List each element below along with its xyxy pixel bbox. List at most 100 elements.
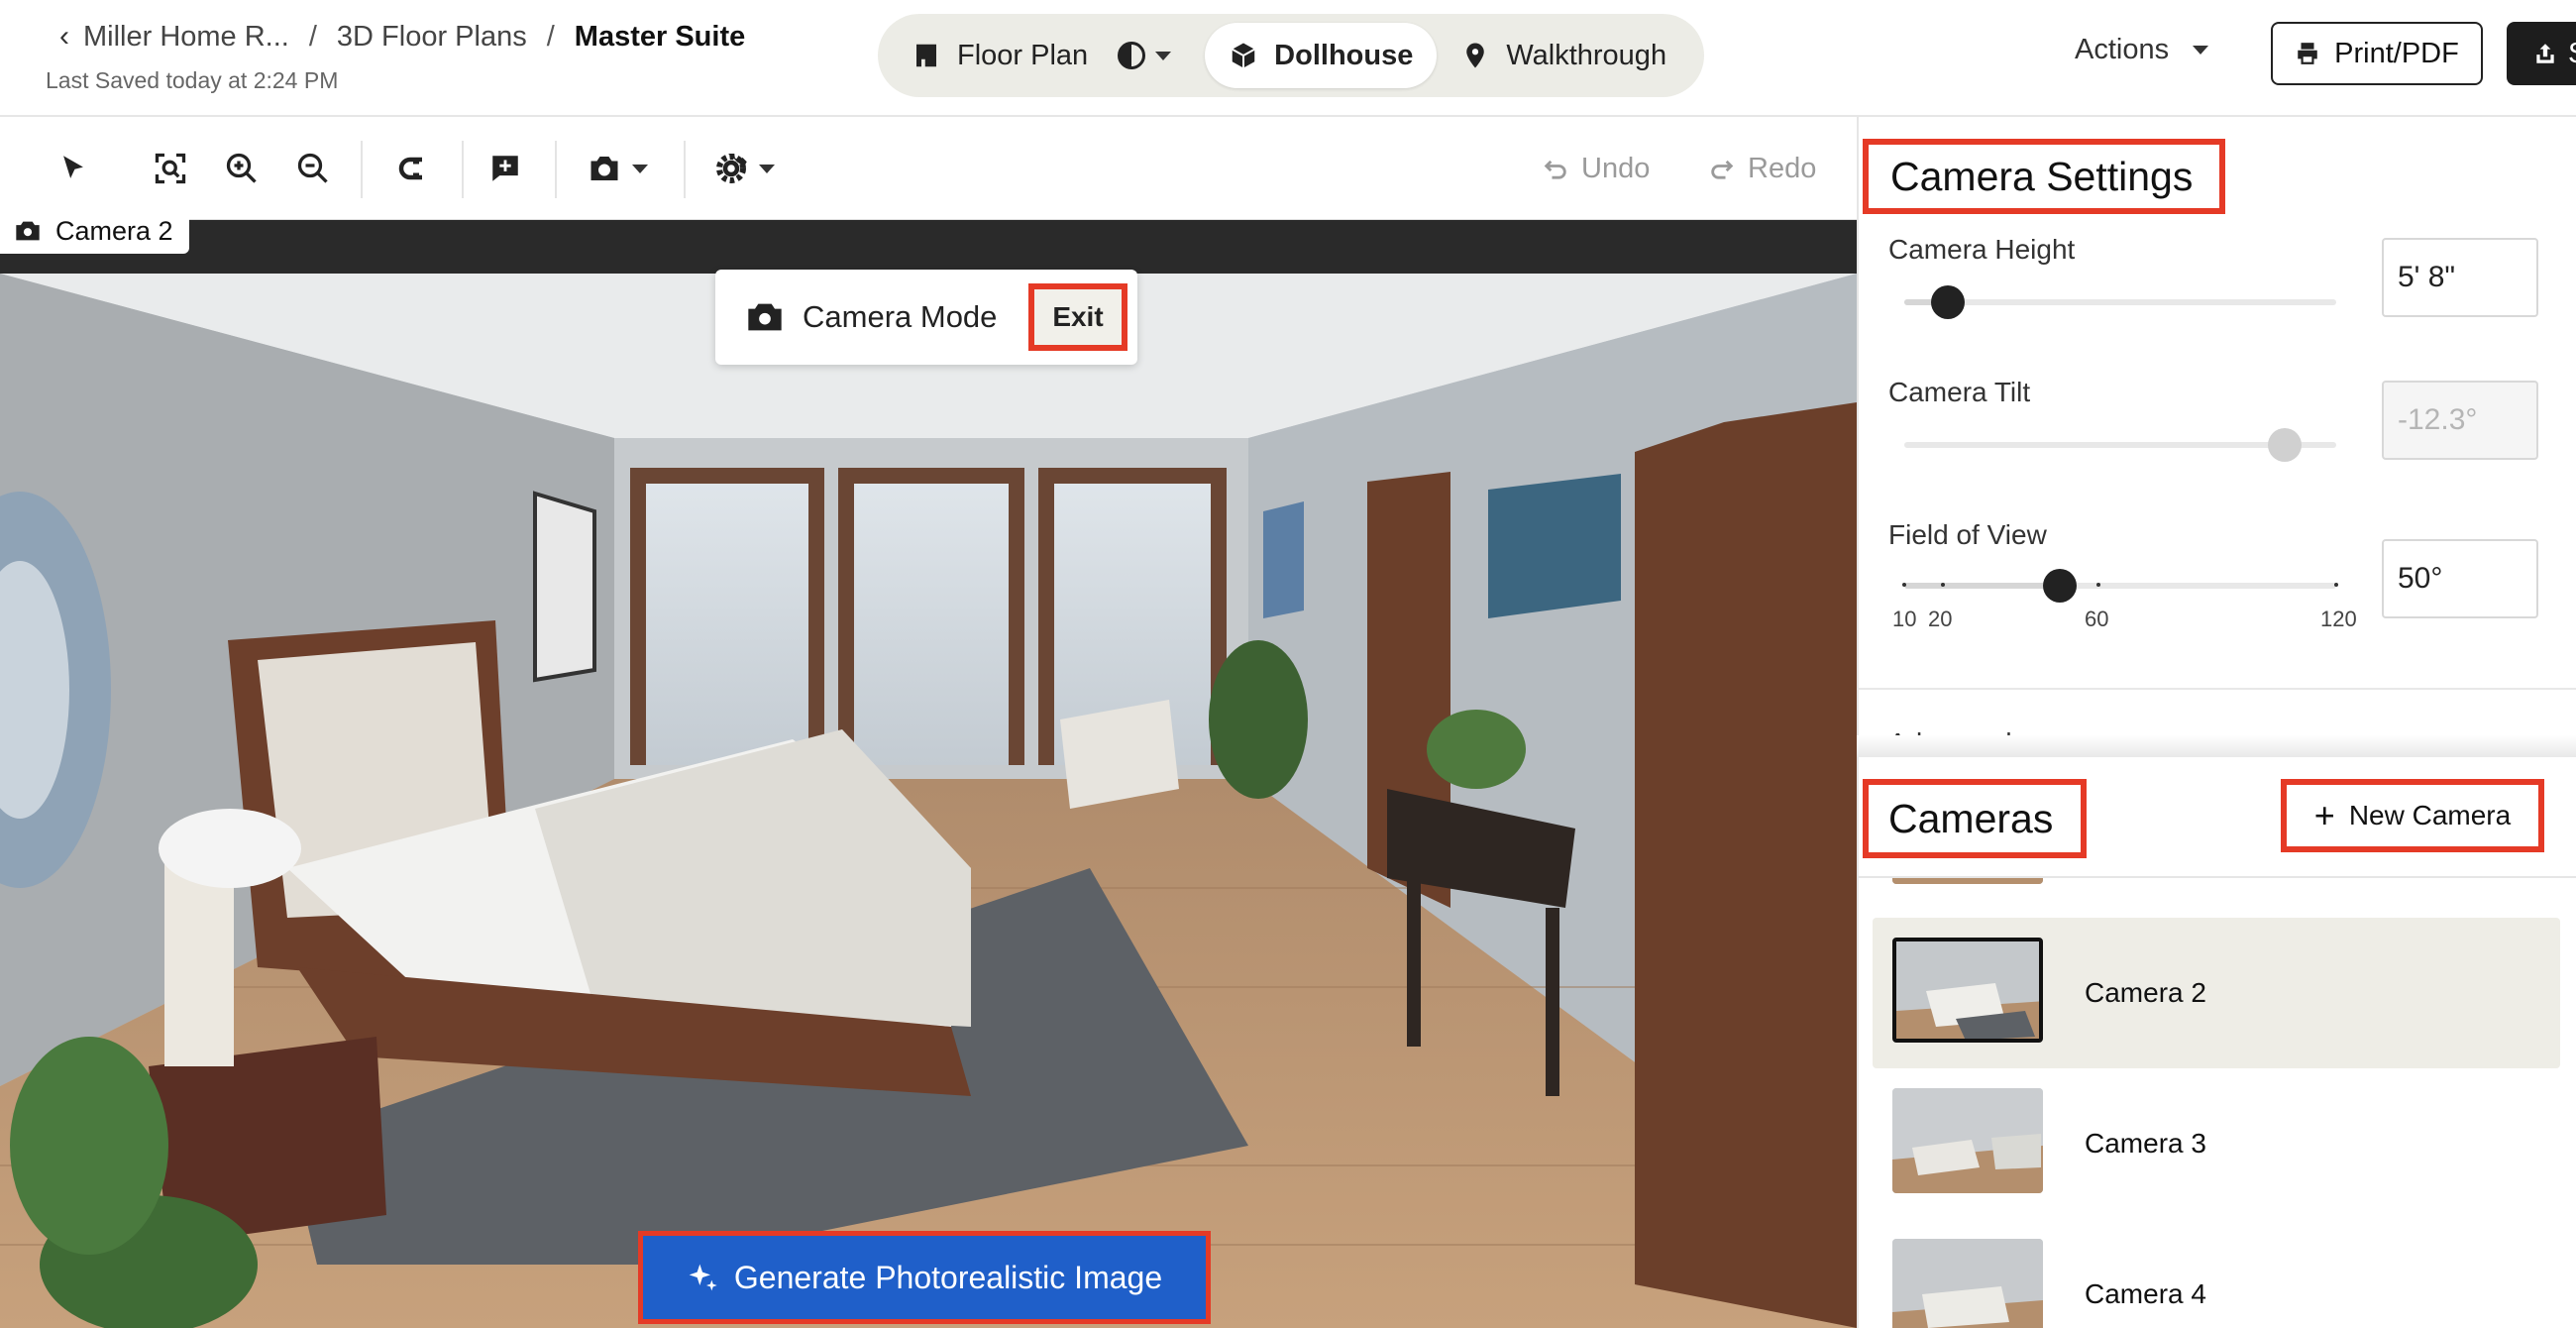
breadcrumb-separator: /: [308, 20, 317, 53]
camera-settings-title: Camera Settings: [1863, 139, 2225, 214]
gear-icon: [716, 154, 747, 183]
walkthrough-tab[interactable]: Walkthrough: [1437, 23, 1690, 88]
zoom-out-tool[interactable]: [291, 147, 335, 190]
exit-camera-mode-button[interactable]: Exit: [1028, 283, 1127, 351]
fit-view-tool[interactable]: [149, 147, 192, 190]
new-camera-button[interactable]: + New Camera: [2281, 779, 2544, 852]
fov-tick-label: 20: [1928, 607, 1953, 631]
chevron-left-icon[interactable]: ‹: [59, 20, 69, 54]
zoom-in-icon: [226, 153, 257, 183]
camera-thumbnail: [1892, 938, 2043, 1043]
print-pdf-button[interactable]: Print/PDF: [2271, 22, 2483, 85]
camera-height-knob[interactable]: [1930, 285, 1965, 319]
camera-list-item[interactable]: Camera 3: [1873, 1068, 2560, 1219]
camera-thumbnail: [1892, 1088, 2043, 1193]
redo-icon: [1711, 160, 1734, 179]
plus-icon: +: [2313, 795, 2335, 835]
floor-plan-tab[interactable]: Floor Plan: [888, 23, 1112, 88]
field-of-view-slider[interactable]: [1902, 569, 2338, 603]
camera-thumbnail[interactable]: [1892, 878, 2043, 884]
fov-tick-mark: [2096, 583, 2101, 587]
camera-tilt-input[interactable]: -12.3°: [2382, 381, 2538, 460]
camera-height-input[interactable]: 5' 8": [2382, 238, 2538, 317]
camera-thumbnail: [1892, 1239, 2043, 1328]
settings-dropdown[interactable]: [709, 147, 779, 190]
share-button[interactable]: S: [2507, 22, 2576, 85]
fov-tick-label: 120: [2320, 607, 2357, 631]
active-camera-tag: Camera 2: [0, 208, 189, 254]
cube-icon: [1232, 43, 1255, 68]
breadcrumb: ‹ Miller Home R... / 3D Floor Plans / Ma…: [59, 20, 745, 54]
undo-label: Undo: [1581, 153, 1651, 184]
breadcrumb-project-link[interactable]: Miller Home R...: [83, 21, 289, 54]
toolbar-divider: [555, 141, 557, 198]
room-render: [0, 274, 1857, 1328]
dollhouse-tab[interactable]: Dollhouse: [1205, 23, 1438, 88]
chevron-down-icon: [759, 164, 775, 173]
printer-icon: [2298, 43, 2317, 64]
camera-mode-label: Camera Mode: [803, 299, 998, 334]
camera-list-item[interactable]: Camera 4: [1873, 1219, 2560, 1328]
field-of-view-label: Field of View: [1888, 519, 2047, 550]
contrast-toggle[interactable]: [1118, 42, 1172, 69]
breadcrumb-separator: /: [546, 20, 555, 53]
select-tool[interactable]: [52, 147, 95, 190]
camera-tilt-slider[interactable]: [1904, 428, 2336, 462]
field-of-view-input[interactable]: 50°: [2382, 539, 2538, 618]
zoom-in-tool[interactable]: [220, 147, 264, 190]
add-label-tool[interactable]: [483, 147, 527, 190]
floor-plan-icon: [916, 44, 936, 67]
chevron-down-icon: [1155, 51, 1172, 60]
toolbar-divider: [684, 141, 686, 198]
camera-height-slider[interactable]: [1904, 285, 2336, 319]
map-pin-icon: [1466, 43, 1485, 68]
chevron-down-icon: [2193, 46, 2209, 55]
generate-photorealistic-image-button[interactable]: Generate Photorealistic Image: [638, 1231, 1211, 1324]
panel-divider: [1857, 688, 2576, 690]
camera-height-label: Camera Height: [1888, 234, 2076, 265]
top-bar: ‹ Miller Home R... / 3D Floor Plans / Ma…: [0, 0, 2576, 117]
field-of-view-fill: [1904, 583, 2060, 589]
actions-menu[interactable]: Actions: [2075, 34, 2209, 66]
chevron-down-icon: [632, 164, 648, 173]
select-icon: [63, 156, 83, 178]
toolbar-divider: [361, 141, 363, 198]
camera-icon: [590, 157, 618, 180]
camera-icon: [748, 303, 782, 331]
print-pdf-label: Print/PDF: [2334, 37, 2459, 69]
actions-label: Actions: [2075, 34, 2170, 65]
camera-tool-dropdown[interactable]: [583, 147, 652, 190]
contrast-icon: [1118, 42, 1146, 69]
fov-tick-mark: [2334, 583, 2338, 587]
redo-label: Redo: [1748, 153, 1817, 184]
snap-tool[interactable]: [388, 147, 432, 190]
camera-name: Camera 4: [2085, 1278, 2206, 1309]
cameras-title: Cameras: [1863, 779, 2087, 858]
fov-tick-label: 60: [2085, 607, 2109, 631]
camera-list: Camera 2 Camera 3 Camera 4: [1857, 878, 2576, 1328]
undo-icon: [1544, 160, 1566, 179]
panel-scroll-shade: [1857, 735, 2576, 757]
walkthrough-tab-label: Walkthrough: [1506, 39, 1667, 71]
camera-name: Camera 3: [2085, 1128, 2206, 1159]
field-of-view-knob[interactable]: [2042, 569, 2077, 603]
camera-tilt-knob[interactable]: [2267, 428, 2302, 462]
last-saved-text: Last Saved today at 2:24 PM: [46, 67, 339, 93]
undo-button[interactable]: Undo: [1542, 153, 1650, 185]
fov-tick-label: 10: [1892, 607, 1917, 631]
toolbar-divider: [462, 141, 464, 198]
floor-plan-tab-label: Floor Plan: [957, 39, 1089, 71]
new-camera-label: New Camera: [2348, 800, 2512, 830]
breadcrumb-floor-plans-link[interactable]: 3D Floor Plans: [337, 21, 527, 54]
dollhouse-tab-label: Dollhouse: [1274, 39, 1414, 71]
add-label-icon: [492, 156, 518, 181]
3d-viewport[interactable]: [0, 274, 1857, 1328]
camera-icon: [16, 221, 40, 241]
redo-button[interactable]: Redo: [1708, 153, 1816, 185]
toolbar: Undo Redo: [0, 117, 1857, 220]
generate-label: Generate Photorealistic Image: [733, 1259, 1163, 1295]
breadcrumb-current: Master Suite: [574, 20, 746, 53]
active-camera-name: Camera 2: [55, 215, 173, 246]
share-icon: [2536, 44, 2554, 63]
camera-list-item[interactable]: Camera 2: [1873, 918, 2560, 1068]
